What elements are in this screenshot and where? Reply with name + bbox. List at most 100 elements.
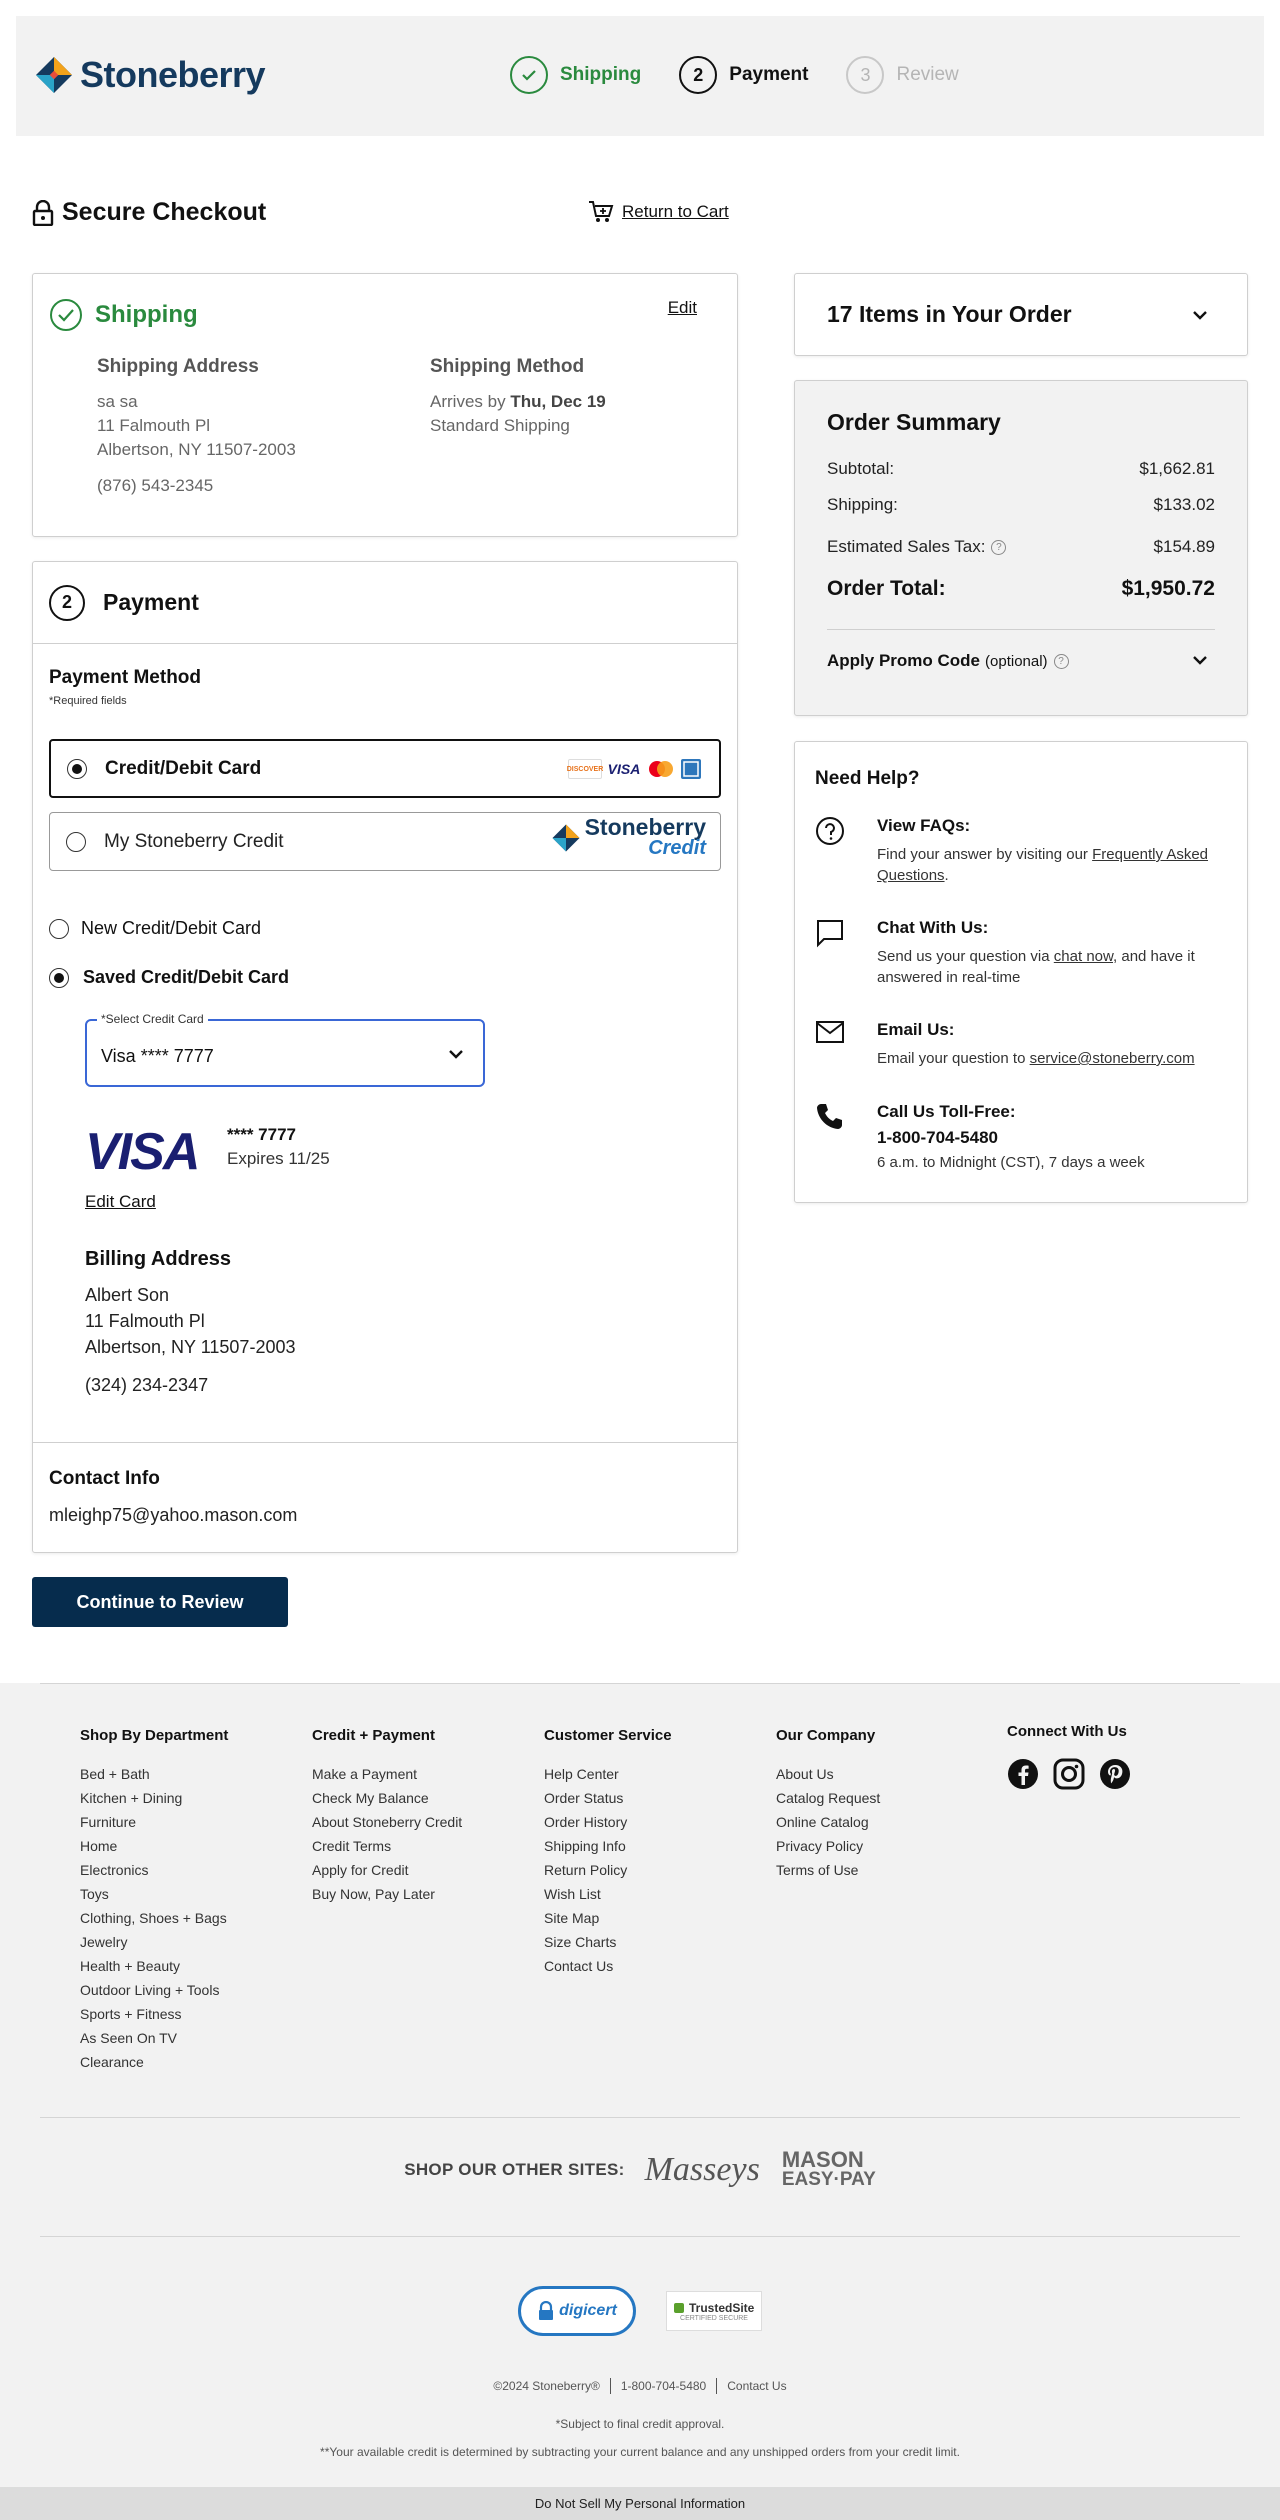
step-label: Review [896, 64, 959, 85]
trustedsite-badge[interactable]: TrustedSite CERTIFIED SECURE [666, 2291, 762, 2331]
visa-icon: VISA [607, 759, 641, 779]
help-icon[interactable]: ? [991, 539, 1007, 555]
shipping-title-text: Shipping [95, 301, 198, 328]
order-total-label: Order Total: [827, 577, 946, 600]
help-faqs: View FAQs: Find your answer by visiting … [815, 816, 1223, 886]
easypay-logo-text: EASY·PAY [781, 2169, 876, 2190]
footer-link[interactable]: Return Policy [544, 1862, 672, 1886]
order-total-row: Order Total: $1,950.72 [827, 577, 1215, 601]
saved-card-option[interactable]: Saved Credit/Debit Card [49, 967, 289, 988]
step-label: Shipping [560, 64, 642, 85]
footer-contact-link[interactable]: Contact Us [717, 2378, 796, 2394]
masseys-logo[interactable]: Masseys [645, 2151, 760, 2189]
email-text: Email your question to [877, 1050, 1026, 1067]
step-shipping[interactable]: Shipping [510, 56, 641, 94]
need-help-title: Need Help? [815, 768, 920, 789]
footer-link[interactable]: Clearance [80, 2054, 228, 2078]
footer-link[interactable]: About Us [776, 1766, 880, 1790]
chat-icon [817, 920, 843, 948]
facebook-icon[interactable] [1007, 1758, 1039, 1790]
question-circle-icon [816, 817, 844, 845]
chat-now-link[interactable]: chat now [1054, 948, 1113, 965]
footer-link[interactable]: Kitchen + Dining [80, 1790, 228, 1814]
footer-link[interactable]: Bed + Bath [80, 1766, 228, 1790]
footer-link[interactable]: Order History [544, 1814, 672, 1838]
footer-link[interactable]: About Stoneberry Credit [312, 1814, 462, 1838]
footer-link[interactable]: Make a Payment [312, 1766, 462, 1790]
footer-link[interactable]: Privacy Policy [776, 1838, 880, 1862]
footer-link[interactable]: Size Charts [544, 1934, 672, 1958]
footer-link[interactable]: Contact Us [544, 1958, 672, 1982]
pinterest-icon[interactable] [1099, 1758, 1131, 1790]
order-total-value: $1,950.72 [1121, 577, 1215, 600]
chat-text: Send us your question via [877, 948, 1050, 965]
footer-phone[interactable]: 1-800-704-5480 [611, 2378, 718, 2394]
payment-method-heading: Payment Method [49, 667, 202, 688]
footer-link[interactable]: Check My Balance [312, 1790, 462, 1814]
do-not-sell-link[interactable]: Do Not Sell My Personal Information [0, 2487, 1280, 2520]
footer-link[interactable]: Apply for Credit [312, 1862, 462, 1886]
footer-link[interactable]: Order Status [544, 1790, 672, 1814]
chevron-down-icon[interactable] [1189, 649, 1211, 671]
call-number[interactable]: 1-800-704-5480 [877, 1128, 1145, 1148]
help-icon[interactable]: ? [1053, 653, 1069, 669]
new-card-option[interactable]: New Credit/Debit Card [49, 918, 261, 939]
footer-link[interactable]: Outdoor Living + Tools [80, 1982, 228, 2006]
contact-email: mleighp75@yahoo.mason.com [49, 1505, 298, 1525]
continue-to-review-button[interactable]: Continue to Review [32, 1577, 288, 1627]
footer-link[interactable]: As Seen On TV [80, 2030, 228, 2054]
card-expiry: Expires 11/25 [227, 1149, 330, 1168]
mason-easypay-logo[interactable]: MASON EASY·PAY [781, 2149, 876, 2190]
contact-info-heading: Contact Info [49, 1468, 160, 1489]
footer-link[interactable]: Toys [80, 1886, 228, 1910]
footer-link[interactable]: Wish List [544, 1886, 672, 1910]
digicert-seal[interactable]: digicert [518, 2286, 636, 2336]
footer-link[interactable]: Clothing, Shoes + Bags [80, 1910, 228, 1934]
radio-selected[interactable] [67, 758, 87, 779]
radio-unselected[interactable] [49, 918, 69, 939]
divider [33, 1442, 737, 1443]
instagram-icon[interactable] [1053, 1758, 1085, 1790]
credit-debit-card-option[interactable]: Credit/Debit Card DISCOVER VISA [49, 739, 721, 798]
arrives-prefix: Arrives by [430, 392, 506, 411]
footer-link[interactable]: Furniture [80, 1814, 228, 1838]
footer-link[interactable]: Electronics [80, 1862, 228, 1886]
stoneberry-credit-option[interactable]: My Stoneberry Credit Stoneberry Credit [49, 812, 721, 871]
help-chat: Chat With Us: Send us your question via … [815, 918, 1223, 988]
order-items-accordion[interactable]: 17 Items in Your Order [794, 273, 1248, 356]
radio-selected[interactable] [49, 967, 69, 988]
footer-column-shop: Shop By Department Bed + Bath Kitchen + … [80, 1727, 228, 2078]
footer-link[interactable]: Health + Beauty [80, 1958, 228, 1982]
footer-link[interactable]: Online Catalog [776, 1814, 880, 1838]
footer-link[interactable]: Buy Now, Pay Later [312, 1886, 462, 1910]
promo-code-toggle[interactable]: Apply Promo Code (optional) ? [827, 651, 1069, 671]
stoneberry-logo-icon [36, 57, 72, 93]
footer-link[interactable]: Terms of Use [776, 1862, 880, 1886]
credit-card-select[interactable]: *Select Credit Card Visa **** 7777 [85, 1012, 485, 1087]
footer-link[interactable]: Help Center [544, 1766, 672, 1790]
divider [827, 629, 1215, 630]
arrives-date: Thu, Dec 19 [510, 392, 606, 411]
footer-link[interactable]: Sports + Fitness [80, 2006, 228, 2030]
mail-icon [816, 1021, 844, 1043]
other-sites-row: SHOP OUR OTHER SITES: Masseys MASON EASY… [0, 2149, 1280, 2190]
footer-link[interactable]: Jewelry [80, 1934, 228, 1958]
page-title: Secure Checkout [32, 198, 266, 227]
footer-link[interactable]: Catalog Request [776, 1790, 880, 1814]
footer-link[interactable]: Site Map [544, 1910, 672, 1934]
email-link[interactable]: service@stoneberry.com [1030, 1050, 1195, 1067]
return-to-cart-link[interactable]: Return to Cart [588, 200, 729, 224]
edit-shipping-link[interactable]: Edit [668, 298, 697, 318]
footer-link[interactable]: Shipping Info [544, 1838, 672, 1862]
promo-optional: (optional) [985, 652, 1048, 670]
footer-link[interactable]: Home [80, 1838, 228, 1862]
checkmark-icon [673, 2303, 684, 2314]
lock-icon [539, 2301, 554, 2320]
radio-unselected[interactable] [66, 831, 86, 852]
stoneberry-logo[interactable]: Stoneberry [34, 54, 266, 96]
arrival-estimate: Arrives by Thu, Dec 19 [430, 390, 606, 414]
billing-address-line: Albertson, NY 11507-2003 [85, 1337, 296, 1357]
edit-card-link[interactable]: Edit Card [85, 1192, 156, 1212]
footer-link[interactable]: Credit Terms [312, 1838, 462, 1862]
new-card-label: New Credit/Debit Card [81, 918, 262, 938]
